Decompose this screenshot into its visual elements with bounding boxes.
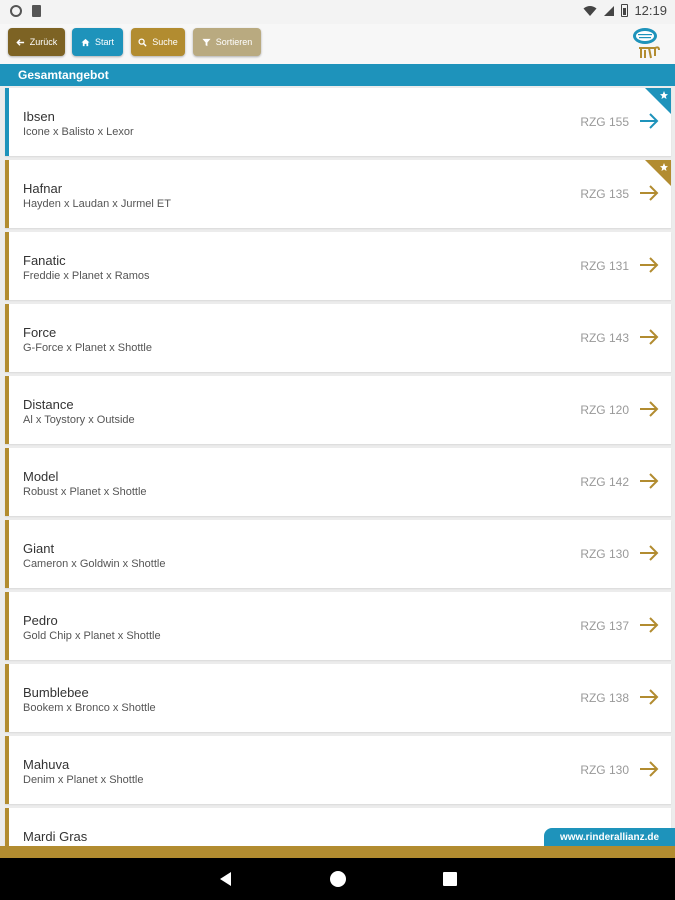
footer-bar [0, 846, 675, 858]
item-pedigree: Gold Chip x Planet x Shottle [23, 630, 161, 642]
home-icon [81, 38, 90, 46]
search-button[interactable]: Suche [131, 28, 185, 56]
item-pedigree: Icone x Balisto x Lexor [23, 126, 134, 138]
item-pedigree: Denim x Planet x Shottle [23, 774, 144, 786]
item-name: Bumblebee [23, 685, 89, 700]
search-icon [138, 37, 147, 47]
item-pedigree: G-Force x Planet x Shottle [23, 342, 152, 354]
list-item[interactable]: Mahuva Denim x Planet x Shottle RZG 130 [5, 736, 671, 804]
list-item[interactable]: Distance Al x Toystory x Outside RZG 120 [5, 376, 671, 444]
cell-signal-icon [604, 5, 615, 16]
item-pedigree: Bookem x Bronco x Shottle [23, 702, 156, 714]
sd-card-icon [32, 5, 41, 17]
arrow-right-icon[interactable] [639, 688, 659, 706]
arrow-right-icon[interactable] [639, 616, 659, 634]
section-title: Gesamtangebot [0, 64, 675, 86]
item-rzg-value: RZG 138 [580, 691, 629, 705]
item-name: Ibsen [23, 109, 55, 124]
battery-icon [621, 4, 629, 17]
item-rzg-value: RZG 130 [580, 763, 629, 777]
item-name: Model [23, 469, 59, 484]
start-button-label: Start [94, 37, 114, 47]
item-name: Force [23, 325, 57, 340]
list-item[interactable]: Bumblebee Bookem x Bronco x Shottle RZG 13… [5, 664, 671, 732]
item-name: Fanatic [23, 253, 66, 268]
wifi-icon [583, 5, 597, 16]
item-name: Hafnar [23, 181, 63, 196]
item-rzg-value: RZG 142 [580, 475, 629, 489]
item-name: Giant [23, 541, 55, 556]
item-rzg-value: RZG 120 [580, 403, 629, 417]
nav-home-icon[interactable] [330, 871, 346, 887]
arrow-right-icon[interactable] [639, 400, 659, 418]
search-button-label: Suche [152, 37, 178, 47]
item-rzg-value: RZG 135 [580, 187, 629, 201]
list-item[interactable]: Force G-Force x Planet x Shottle RZG 143 [5, 304, 671, 372]
item-name: Mardi Gras [23, 829, 88, 844]
toolbar: Zurück Start Suche Sortieren [0, 24, 675, 64]
item-rzg-value: RZG 131 [580, 259, 629, 273]
back-button[interactable]: Zurück [8, 28, 65, 56]
item-name: Pedro [23, 613, 58, 628]
rinderallianz-logo[interactable] [629, 26, 665, 62]
item-rzg-value: RZG 143 [580, 331, 629, 345]
item-pedigree: Cameron x Goldwin x Shottle [23, 558, 166, 570]
arrow-right-icon[interactable] [639, 760, 659, 778]
star-badge-icon [645, 160, 671, 186]
item-pedigree: Freddie x Planet x Ramos [23, 270, 150, 282]
arrow-right-icon[interactable] [639, 544, 659, 562]
list-item[interactable]: Hafnar Hayden x Laudan x Jurmel ET RZG 135 [5, 160, 671, 228]
item-rzg-value: RZG 130 [580, 547, 629, 561]
circle-notification-icon [10, 5, 22, 17]
item-rzg-value: RZG 155 [580, 115, 629, 129]
star-badge-icon [645, 88, 671, 114]
item-pedigree: Robust x Planet x Shottle [23, 486, 147, 498]
system-nav-bar [0, 858, 675, 900]
sort-button[interactable]: Sortieren [193, 28, 261, 56]
status-bar: 12:19 [0, 0, 675, 24]
item-rzg-value: RZG 137 [580, 619, 629, 633]
item-pedigree: Al x Toystory x Outside [23, 414, 135, 426]
back-button-label: Zurück [29, 37, 58, 47]
list-item[interactable]: Giant Cameron x Goldwin x Shottle RZG 130 [5, 520, 671, 588]
item-name: Distance [23, 397, 74, 412]
list-item[interactable]: Model Robust x Planet x Shottle RZG 142 [5, 448, 671, 516]
list-item[interactable]: Pedro Gold Chip x Planet x Shottle RZG 137 [5, 592, 671, 660]
list-item[interactable]: Fanatic Freddie x Planet x Ramos RZG 131 [5, 232, 671, 300]
website-link[interactable]: www.rinderallianz.de [544, 828, 675, 846]
arrow-right-icon[interactable] [639, 256, 659, 274]
item-list: Ibsen Icone x Balisto x Lexor RZG 155 Hafna… [0, 86, 675, 846]
nav-recent-apps-icon[interactable] [443, 872, 457, 886]
arrow-right-icon[interactable] [639, 328, 659, 346]
filter-icon [202, 38, 211, 46]
status-time: 12:19 [634, 3, 667, 18]
arrow-left-icon [16, 38, 24, 46]
item-pedigree: Hayden x Laudan x Jurmel ET [23, 198, 171, 210]
sort-button-label: Sortieren [215, 37, 253, 47]
arrow-right-icon[interactable] [639, 472, 659, 490]
start-button[interactable]: Start [72, 28, 123, 56]
list-item[interactable]: Ibsen Icone x Balisto x Lexor RZG 155 [5, 88, 671, 156]
arrow-right-icon[interactable] [639, 184, 659, 202]
arrow-right-icon[interactable] [639, 112, 659, 130]
nav-back-icon[interactable] [218, 871, 234, 887]
item-name: Mahuva [23, 757, 70, 772]
